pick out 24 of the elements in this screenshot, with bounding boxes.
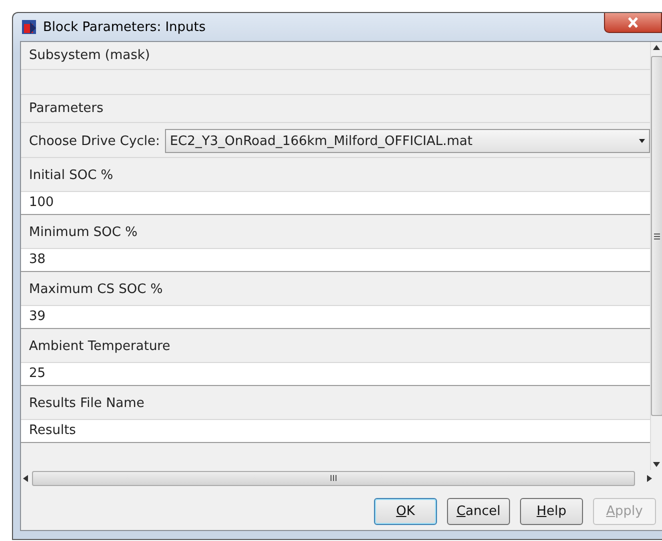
input-field[interactable]: Results	[21, 420, 650, 443]
dialog-button[interactable]: Help	[520, 498, 583, 525]
input-field[interactable]: 38	[21, 249, 650, 272]
section-heading: Subsystem (mask)	[21, 42, 650, 70]
grip-icon	[654, 232, 660, 240]
block-diagram-icon	[21, 19, 37, 35]
group-heading: Parameters	[21, 95, 650, 123]
vertical-scrollbar[interactable]	[650, 42, 662, 470]
close-icon	[627, 16, 639, 28]
close-button[interactable]	[604, 12, 662, 32]
caret-icon	[639, 139, 645, 143]
window-title: Block Parameters: Inputs	[43, 20, 207, 34]
drive-cycle-dropdown[interactable]: EC2_Y3_OnRoad_166km_Milford_OFFICIAL.mat	[164, 129, 650, 153]
input-field[interactable]: 25	[21, 363, 650, 386]
scroll-up-icon	[653, 45, 660, 50]
input-field[interactable]: 100	[21, 192, 650, 215]
input-field[interactable]: 39	[21, 306, 650, 329]
grip-icon	[330, 475, 337, 481]
scroll-down-icon	[653, 462, 660, 467]
scroll-left-icon	[23, 474, 28, 482]
dialog-button[interactable]: Cancel	[447, 498, 510, 525]
scroll-right-icon	[647, 474, 652, 482]
dialog-button[interactable]: OK	[374, 498, 437, 525]
field-label: Choose Drive Cycle:	[29, 134, 160, 148]
